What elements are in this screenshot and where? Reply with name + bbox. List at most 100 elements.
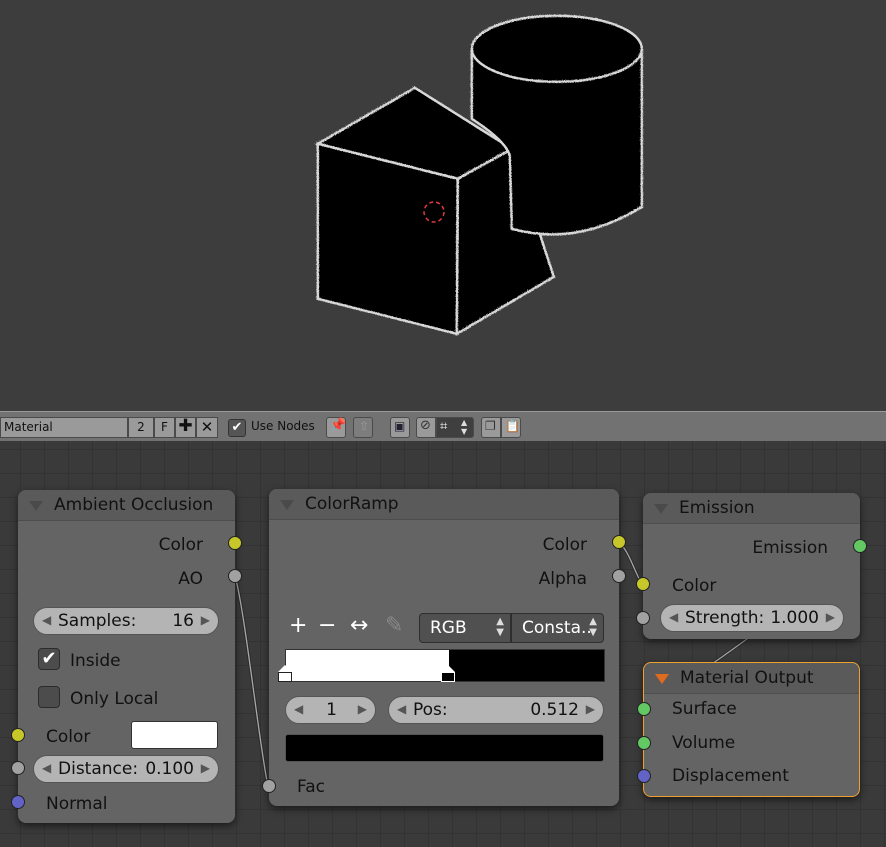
backdrop-icon: ▣: [394, 419, 406, 433]
node-title: Material Output: [680, 668, 814, 688]
arrow-right-icon[interactable]: ▶: [586, 702, 595, 716]
flip-arrows-icon: ↔: [350, 613, 369, 638]
colorramp-node[interactable]: ColorRamp Color Alpha + − ↔ ✎ RGB ▲ ▼ Cons…: [269, 489, 619, 806]
snap-grid-icon: ⌗: [440, 419, 448, 434]
emission-input-color-socket[interactable]: [636, 577, 650, 591]
pin-icon: 📌: [330, 418, 347, 433]
node-title: ColorRamp: [305, 494, 399, 514]
checkmark-icon: ✔: [41, 648, 57, 669]
ramp-output-color-socket[interactable]: [612, 535, 626, 549]
emission-node[interactable]: Emission Emission Color ◀ Strength: 1.000 ▶: [643, 493, 860, 639]
ao-output-ao-socket[interactable]: [228, 569, 242, 583]
add-stop-button[interactable]: +: [289, 613, 307, 638]
collapse-triangle-icon[interactable]: [655, 674, 669, 684]
backdrop-button[interactable]: ▣: [390, 417, 410, 438]
arrow-right-icon[interactable]: ▶: [201, 761, 210, 775]
plus-icon: ✚: [178, 416, 193, 436]
paste-nodes-button[interactable]: 📋: [501, 417, 521, 438]
samples-label: Samples:: [58, 611, 137, 631]
strength-value: 1.000: [770, 608, 819, 628]
eyedropper-button[interactable]: ✎: [385, 613, 403, 638]
ao-input-distance-socket[interactable]: [11, 761, 25, 775]
input-color-label: Color: [46, 727, 91, 747]
pos-label: Pos:: [413, 700, 448, 720]
fake-user-button[interactable]: F: [154, 417, 175, 438]
ao-input-normal-socket[interactable]: [11, 795, 25, 809]
use-nodes-checkbox[interactable]: ✔: [228, 419, 246, 437]
3d-viewport[interactable]: [0, 0, 886, 411]
color-mode-value: RGB: [430, 618, 467, 638]
only-local-checkbox[interactable]: [38, 686, 60, 708]
arrow-left-icon[interactable]: ◀: [42, 613, 51, 627]
node-header[interactable]: Emission: [643, 493, 860, 524]
material-name-field[interactable]: Material: [0, 417, 128, 438]
snap-toggle-button[interactable]: ⊘: [416, 417, 436, 438]
strength-field[interactable]: ◀ Strength: 1.000 ▶: [660, 604, 844, 632]
interpolation-value: Consta..: [522, 618, 592, 638]
minus-icon: −: [318, 613, 337, 638]
arrow-left-icon[interactable]: ◀: [669, 610, 678, 624]
output-color-label: Color: [158, 535, 203, 555]
updown-arrows-icon: ▲ ▼: [461, 418, 468, 436]
collapse-triangle-icon[interactable]: [280, 500, 294, 510]
add-material-button[interactable]: ✚: [175, 417, 196, 438]
ao-output-color-socket[interactable]: [228, 536, 242, 550]
ramp-input-fac-socket[interactable]: [262, 779, 276, 793]
inside-checkbox[interactable]: ✔: [38, 648, 60, 670]
stop-position-field[interactable]: ◀ Pos: 0.512 ▶: [388, 696, 604, 724]
ambient-occlusion-node[interactable]: Ambient Occlusion Color AO ◀ Samples: 16 ▶ …: [18, 490, 235, 823]
material-users-count[interactable]: 2: [128, 417, 154, 438]
input-fac-label: Fac: [297, 777, 325, 797]
arrow-left-icon[interactable]: ◀: [397, 702, 406, 716]
remove-stop-button[interactable]: −: [318, 613, 336, 638]
interpolation-dropdown[interactable]: Consta.. ▲ ▼: [511, 613, 604, 643]
distance-field[interactable]: ◀ Distance: 0.100 ▶: [33, 755, 219, 783]
samples-field[interactable]: ◀ Samples: 16 ▶: [33, 607, 219, 635]
flip-ramp-button[interactable]: ↔: [350, 613, 368, 638]
go-to-parent-button[interactable]: ⇧: [353, 417, 373, 438]
viewport-scene: [313, 13, 643, 336]
active-stop-color-swatch[interactable]: [285, 734, 604, 762]
unlink-material-button[interactable]: ✕: [196, 417, 218, 438]
emission-output-socket[interactable]: [853, 539, 867, 553]
output-surface-socket[interactable]: [637, 702, 651, 716]
ao-input-color-socket[interactable]: [11, 728, 25, 742]
arrow-right-icon[interactable]: ▶: [201, 613, 210, 627]
input-surface-label: Surface: [672, 699, 737, 719]
updown-arrows-icon: ▲ ▼: [589, 616, 597, 638]
node-header[interactable]: Material Output: [644, 663, 859, 694]
strength-label: Strength:: [685, 608, 765, 628]
output-displacement-socket[interactable]: [637, 769, 651, 783]
collapse-triangle-icon[interactable]: [29, 501, 43, 511]
checkmark-icon: ✔: [231, 420, 243, 435]
output-volume-socket[interactable]: [637, 736, 651, 750]
arrow-left-icon[interactable]: ◀: [42, 761, 51, 775]
input-color-label: Color: [672, 576, 717, 596]
node-header[interactable]: Ambient Occlusion: [18, 490, 235, 521]
arrow-up-icon: ⇧: [359, 419, 370, 433]
ramp-stop-0-handle[interactable]: [278, 665, 292, 682]
inside-label: Inside: [70, 651, 121, 671]
samples-value: 16: [172, 611, 194, 631]
material-output-node[interactable]: Material Output Surface Volume Displacem…: [643, 662, 860, 797]
color-mode-dropdown[interactable]: RGB ▲ ▼: [419, 613, 511, 643]
copy-nodes-button[interactable]: ❐: [481, 417, 501, 438]
ramp-output-alpha-socket[interactable]: [612, 569, 626, 583]
active-stop-index-field[interactable]: ◀ 1 ▶: [285, 696, 376, 724]
paste-icon: 📋: [505, 419, 520, 433]
emission-input-strength-socket[interactable]: [636, 611, 650, 625]
only-local-label: Only Local: [70, 689, 159, 709]
node-editor-canvas[interactable]: Ambient Occlusion Color AO ◀ Samples: 16 ▶ …: [0, 441, 886, 847]
pin-button[interactable]: 📌: [326, 417, 346, 438]
distance-value: 0.100: [145, 759, 194, 779]
color-swatch[interactable]: [131, 721, 218, 749]
node-header[interactable]: ColorRamp: [269, 489, 619, 520]
snap-element-dropdown[interactable]: ⌗ ▲ ▼: [436, 417, 474, 438]
arrow-right-icon[interactable]: ▶: [358, 702, 367, 716]
stop-index-value: 1: [326, 700, 337, 720]
arrow-left-icon[interactable]: ◀: [294, 702, 303, 716]
ramp-stop-1-handle[interactable]: [441, 665, 455, 682]
input-volume-label: Volume: [672, 733, 736, 753]
arrow-right-icon[interactable]: ▶: [826, 610, 835, 624]
collapse-triangle-icon[interactable]: [654, 504, 668, 514]
